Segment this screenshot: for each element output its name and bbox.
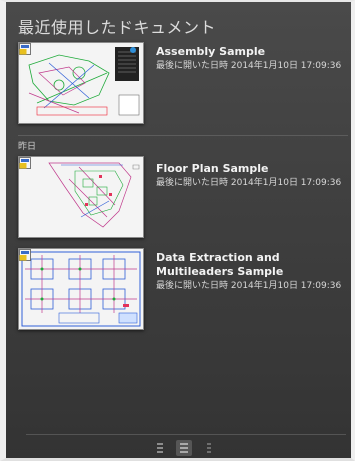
floor-plan-drawing-preview: [19, 157, 143, 237]
document-thumbnail[interactable]: [18, 248, 144, 330]
document-last-opened: 最後に開いた日時 2014年1月10日 17:09:36: [156, 61, 342, 71]
document-thumbnail[interactable]: [18, 42, 144, 124]
group-label-yesterday: 昨日: [18, 142, 37, 152]
detail-view-icon[interactable]: [176, 440, 192, 456]
dwg-file-icon: [19, 157, 31, 169]
list-view-icon[interactable]: [152, 440, 168, 456]
dwg-file-icon: [19, 249, 31, 261]
document-name[interactable]: Data Extraction and Multileaders Sample: [156, 251, 351, 279]
recent-document-data-extraction[interactable]: Data Extraction and Multileaders Sample …: [18, 248, 348, 330]
document-last-opened: 最後に開いた日時 2014年1月10日 17:09:36: [156, 178, 342, 188]
recent-document-assembly[interactable]: Assembly Sample 最後に開いた日時 2014年1月10日 17:0…: [18, 42, 348, 124]
document-name[interactable]: Floor Plan Sample: [156, 162, 351, 176]
group-divider: [18, 135, 348, 136]
assembly-drawing-preview: [21, 45, 141, 121]
document-name[interactable]: Assembly Sample: [156, 45, 351, 59]
panel-title: 最近使用したドキュメント: [18, 18, 217, 37]
dwg-file-icon: [19, 43, 31, 55]
document-last-opened: 最後に開いた日時 2014年1月10日 17:09:36: [156, 281, 342, 291]
document-thumbnail[interactable]: [18, 156, 144, 238]
compact-view-icon[interactable]: [202, 440, 218, 456]
recent-document-floor-plan[interactable]: Floor Plan Sample 最後に開いた日時 2014年1月10日 17…: [18, 156, 348, 238]
recent-documents-panel: 最近使用したドキュメント Assembly Sample 最後に開いた日時 20…: [0, 0, 355, 461]
footer-divider: [26, 434, 346, 435]
data-extraction-drawing-preview: [19, 249, 143, 329]
